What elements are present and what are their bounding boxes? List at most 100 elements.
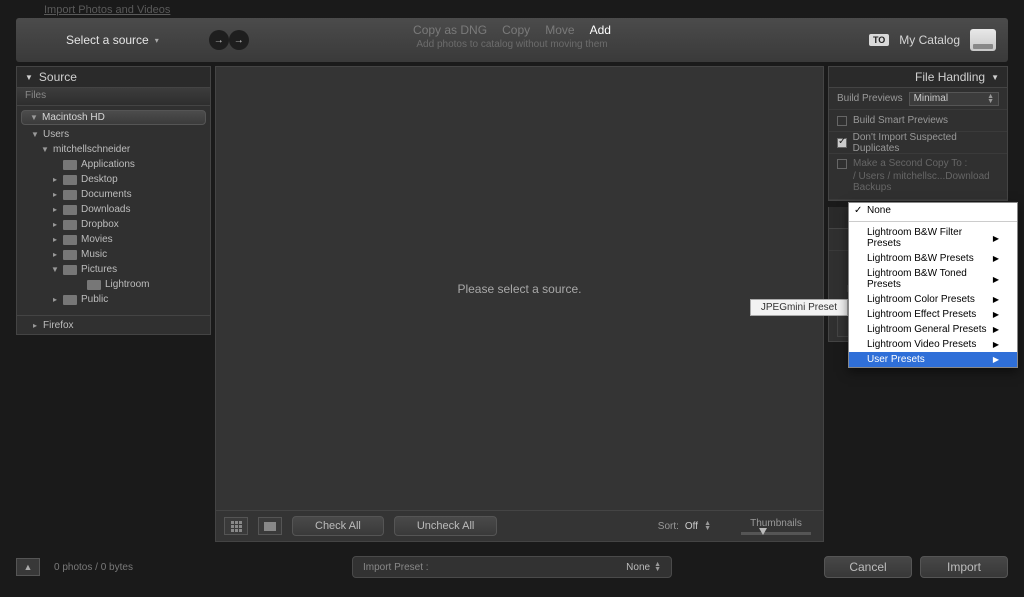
stepper-icon: ▲▼	[987, 94, 994, 104]
file-handling-header[interactable]: File Handling ▼	[828, 66, 1008, 88]
checkbox-icon[interactable]	[837, 116, 847, 126]
chevron-down-icon: ▼	[41, 145, 49, 154]
placeholder-text: Please select a source.	[457, 282, 581, 296]
tree-row[interactable]: ▸Documents	[17, 187, 210, 202]
menu-item[interactable]: Lightroom General Presets	[849, 322, 1017, 337]
menu-item-user-presets[interactable]: User Presets	[849, 352, 1017, 367]
menu-label: None	[867, 205, 891, 216]
source-tree: ▼ Macintosh HD ▼Users ▼mitchellschneider…	[16, 106, 211, 335]
tree-row-public[interactable]: ▸Public	[17, 292, 210, 307]
import-button[interactable]: Import	[920, 556, 1008, 578]
menu-label: Lightroom B&W Presets	[867, 253, 974, 264]
tree-row-user[interactable]: ▼mitchellschneider	[17, 142, 210, 157]
grid-view-button[interactable]	[224, 517, 248, 535]
chevron-up-icon: ▲	[24, 562, 33, 572]
mode-move[interactable]: Move	[545, 23, 574, 37]
chevron-right-icon: ▸	[31, 321, 39, 330]
tree-row-firefox[interactable]: ▸Firefox	[17, 315, 210, 330]
select-source-button[interactable]: Select a source ▾	[66, 33, 159, 47]
chevron-right-icon: ▸	[51, 220, 59, 229]
chevron-right-icon: ▸	[51, 190, 59, 199]
menu-item[interactable]: Lightroom Effect Presets	[849, 307, 1017, 322]
destination-name: My Catalog	[899, 33, 960, 47]
sort-value: Off	[685, 521, 698, 532]
tree-row[interactable]: ▸Music	[17, 247, 210, 262]
dest-forward-button[interactable]: →	[229, 30, 249, 50]
bottom-bar: ▲ 0 photos / 0 bytes Import Preset : Non…	[16, 547, 1008, 587]
tree-row[interactable]: ▸Movies	[17, 232, 210, 247]
folder-icon	[63, 190, 77, 200]
tree-row[interactable]: ▸Dropbox	[17, 217, 210, 232]
build-previews-label: Build Previews	[837, 93, 903, 104]
tree-row-pictures[interactable]: ▼Pictures	[17, 262, 210, 277]
preset-tooltip: JPEGmini Preset	[750, 299, 848, 316]
source-panel: ▼ Source Files ▼ Macintosh HD ▼Users ▼mi…	[16, 66, 211, 542]
build-previews-row[interactable]: Build Previews Minimal ▲▼	[829, 88, 1007, 110]
source-forward-button[interactable]: →	[209, 30, 229, 50]
select-source-label: Select a source	[66, 33, 149, 47]
menu-item[interactable]: Lightroom B&W Toned Presets	[849, 266, 1017, 292]
tree-row-users[interactable]: ▼Users	[17, 127, 210, 142]
build-previews-select[interactable]: Minimal ▲▼	[909, 92, 999, 106]
cancel-button[interactable]: Cancel	[824, 556, 912, 578]
slider-knob[interactable]	[759, 528, 767, 535]
mode-subtitle: Add photos to catalog without moving the…	[407, 39, 617, 50]
tree-label: Downloads	[81, 204, 130, 215]
chevron-down-icon: ▾	[155, 36, 159, 45]
tree-label: Macintosh HD	[42, 112, 105, 123]
menu-item[interactable]: Lightroom Video Presets	[849, 337, 1017, 352]
uncheck-all-button[interactable]: Uncheck All	[394, 516, 497, 536]
chevron-right-icon: ▸	[51, 250, 59, 259]
no-duplicates-row[interactable]: Don't Import Suspected Duplicates	[829, 132, 1007, 154]
tree-row-lightroom[interactable]: Lightroom	[17, 277, 210, 292]
menu-separator	[849, 221, 1017, 222]
folder-icon	[63, 160, 77, 170]
import-preset-bar[interactable]: Import Preset : None▲▼	[352, 556, 672, 578]
import-preset-value: None	[626, 562, 650, 573]
tree-row[interactable]: ▸Downloads	[17, 202, 210, 217]
checkbox-checked-icon[interactable]	[837, 138, 847, 148]
destination-group[interactable]: TO My Catalog	[869, 29, 996, 51]
arrow-right-icon: →	[214, 35, 224, 46]
thumbnail-slider[interactable]	[741, 532, 811, 535]
menu-label: Lightroom Effect Presets	[867, 309, 976, 320]
folder-icon	[63, 250, 77, 260]
menu-item[interactable]: Lightroom Color Presets	[849, 292, 1017, 307]
sort-control[interactable]: Sort: Off ▲▼	[658, 521, 711, 532]
folder-icon	[87, 280, 101, 290]
chevron-right-icon: ▸	[51, 175, 59, 184]
preview-area: Please select a source. Check All Unchec…	[215, 66, 824, 542]
thumbnail-size-control[interactable]: Thumbnails	[741, 518, 811, 535]
second-copy-row[interactable]: Make a Second Copy To : / Users / mitche…	[829, 154, 1007, 200]
menu-label: Lightroom Video Presets	[867, 339, 976, 350]
chevron-down-icon: ▼	[31, 130, 39, 139]
tree-label: Lightroom	[105, 279, 149, 290]
minimize-button[interactable]: ▲	[16, 558, 40, 576]
tree-volume-row[interactable]: ▼ Macintosh HD	[21, 110, 206, 125]
tree-row[interactable]: ▸Desktop	[17, 172, 210, 187]
develop-preset-menu[interactable]: None Lightroom B&W Filter Presets Lightr…	[848, 202, 1018, 368]
menu-label: Lightroom General Presets	[867, 324, 987, 335]
checkbox-icon[interactable]	[837, 159, 847, 169]
mode-copy[interactable]: Copy	[502, 23, 530, 37]
folder-icon	[63, 220, 77, 230]
build-previews-value: Minimal	[914, 93, 948, 104]
folder-icon	[63, 175, 77, 185]
tree-row[interactable]: Applications	[17, 157, 210, 172]
menu-item-none[interactable]: None	[849, 203, 1017, 218]
menu-item[interactable]: Lightroom B&W Presets	[849, 251, 1017, 266]
disk-icon	[970, 29, 996, 51]
loupe-view-button[interactable]	[258, 517, 282, 535]
tree-label: Movies	[81, 234, 113, 245]
check-all-button[interactable]: Check All	[292, 516, 384, 536]
smart-previews-row[interactable]: Build Smart Previews	[829, 110, 1007, 132]
mode-copy-as-dng[interactable]: Copy as DNG	[413, 23, 487, 37]
chevron-down-icon: ▼	[991, 73, 999, 82]
folder-icon	[63, 265, 77, 275]
menu-item[interactable]: Lightroom B&W Filter Presets	[849, 225, 1017, 251]
source-panel-header[interactable]: ▼ Source	[16, 66, 211, 88]
preview-footer: Check All Uncheck All Sort: Off ▲▼ Thumb…	[216, 511, 823, 541]
chevron-down-icon: ▼	[51, 265, 59, 274]
mode-add[interactable]: Add	[590, 23, 611, 37]
grid-icon	[231, 521, 242, 532]
